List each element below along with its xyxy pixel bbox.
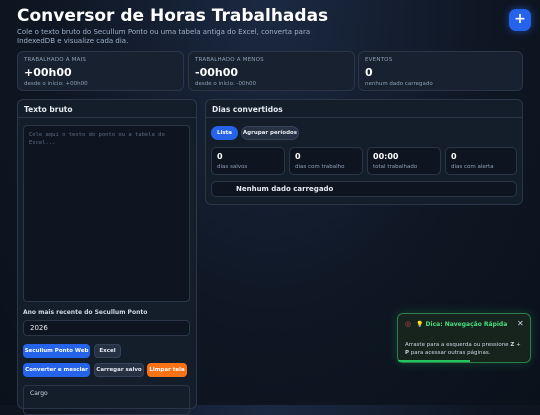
stat-card-extra: TRABALHADO A MAIS +00h00 desde o início:… bbox=[17, 51, 184, 91]
clear-screen-button[interactable]: Limpar tela bbox=[147, 363, 187, 377]
convert-merge-button[interactable]: Converter e mesclar bbox=[23, 363, 90, 377]
stat-card-events: EVENTOS 0 nenhum dado carregado bbox=[358, 51, 523, 91]
toast-progress bbox=[398, 360, 470, 362]
secullum-button[interactable]: Secullum Ponto Web bbox=[23, 344, 90, 358]
raw-text-panel: Texto bruto Cole aqui o texto do ponto o… bbox=[17, 99, 197, 415]
stat-label: EVENTOS bbox=[365, 57, 393, 63]
stat-value: 0 bbox=[365, 66, 373, 79]
stat-value: +00h00 bbox=[24, 66, 72, 79]
toast-title: 💡 Dica: Navegação Rápida bbox=[416, 321, 508, 328]
tip-toast: ◎ 💡 Dica: Navegação Rápida ✕ Arraste par… bbox=[397, 313, 531, 363]
stat-sub: nenhum dado carregado bbox=[365, 81, 433, 87]
page-title: Conversor de Horas Trabalhadas bbox=[17, 6, 329, 26]
tab-list[interactable]: Lista bbox=[211, 126, 238, 140]
summary-label: total trabalhado bbox=[373, 164, 418, 170]
summary-label: dias com alerta bbox=[451, 164, 494, 170]
summary-label: dias salvos bbox=[217, 164, 248, 170]
stat-value: -00h00 bbox=[195, 66, 239, 79]
panel-title: Dias convertidos bbox=[206, 100, 522, 118]
summary-card: 0 dias com trabalho bbox=[289, 147, 363, 175]
tab-group-periods[interactable]: Agrupar períodos bbox=[241, 126, 299, 140]
cargo-label: Cargo bbox=[30, 390, 48, 397]
summary-card: 00:00 total trabalhado bbox=[367, 147, 441, 175]
excel-button[interactable]: Excel bbox=[94, 344, 121, 358]
toast-body: Arraste para a esquerda ou pressione Z +… bbox=[405, 342, 521, 356]
summary-label: dias com trabalho bbox=[295, 164, 345, 170]
year-label: Ano mais recente do Secullum Ponto bbox=[23, 309, 148, 316]
stat-sub: desde o início: +00h00 bbox=[24, 81, 88, 87]
year-input[interactable]: 2026 bbox=[23, 320, 190, 336]
summary-value: 0 bbox=[295, 152, 301, 161]
converted-days-panel: Dias convertidos Lista Agrupar períodos … bbox=[205, 99, 523, 205]
stat-sub: desde o início: -00h00 bbox=[195, 81, 257, 87]
page-subtitle: Cole o texto bruto do Secullum Ponto ou … bbox=[17, 28, 311, 45]
panel-title: Texto bruto bbox=[18, 100, 196, 118]
add-button[interactable]: + bbox=[509, 9, 531, 31]
load-saved-button[interactable]: Carregar salvo bbox=[94, 363, 144, 377]
stat-label: TRABALHADO A MAIS bbox=[24, 57, 87, 63]
stat-label: TRABALHADO A MENOS bbox=[195, 57, 264, 63]
summary-value: 0 bbox=[451, 152, 457, 161]
summary-card: 0 dias com alerta bbox=[445, 147, 517, 175]
close-icon[interactable]: ✕ bbox=[517, 319, 524, 328]
stat-card-missing: TRABALHADO A MENOS -00h00 desde o início… bbox=[188, 51, 355, 91]
cargo-section: Cargo bbox=[23, 385, 190, 415]
summary-value: 00:00 bbox=[373, 152, 399, 161]
summary-card: 0 dias salvos bbox=[211, 147, 285, 175]
target-icon: ◎ bbox=[405, 320, 412, 328]
raw-text-input[interactable]: Cole aqui o texto do ponto ou a tabela d… bbox=[23, 125, 190, 302]
empty-state: Nenhum dado carregado bbox=[211, 181, 517, 197]
summary-value: 0 bbox=[217, 152, 223, 161]
